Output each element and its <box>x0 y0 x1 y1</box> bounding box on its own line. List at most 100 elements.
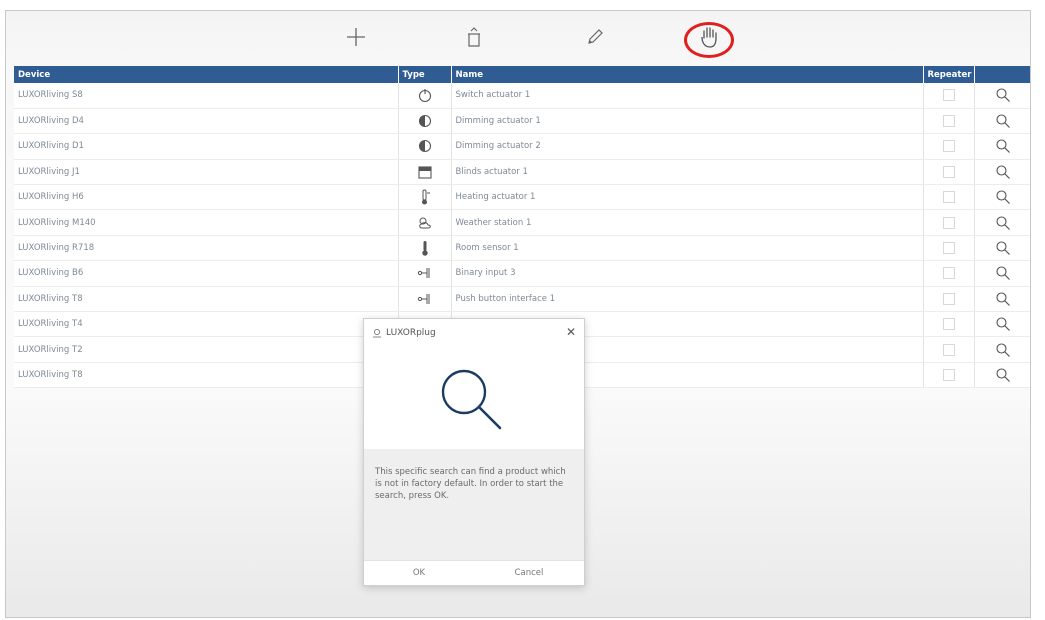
close-icon[interactable]: ✕ <box>566 325 576 339</box>
repeater-checkbox[interactable] <box>942 89 955 102</box>
edit-button[interactable] <box>575 17 615 57</box>
weather-station-icon <box>416 217 434 229</box>
repeater-cell <box>923 286 975 313</box>
device-cell[interactable]: LUXORliving H6 <box>14 184 399 211</box>
search-cell <box>974 133 1030 160</box>
type-cell <box>398 133 452 160</box>
device-cell[interactable]: LUXORliving T4 <box>14 311 399 338</box>
name-cell[interactable]: Push button interface 1 <box>451 286 924 313</box>
table-row[interactable]: LUXORliving R718 Room sensor 1 <box>14 235 1030 262</box>
search-icon[interactable] <box>995 114 1011 129</box>
device-cell[interactable]: LUXORliving B6 <box>14 260 399 287</box>
table-row[interactable]: LUXORliving J1 Blinds actuator 1 <box>14 159 1030 186</box>
search-icon[interactable] <box>995 292 1011 306</box>
name-cell[interactable]: Switch actuator 1 <box>451 83 924 109</box>
repeater-checkbox[interactable] <box>942 343 955 356</box>
search-cell <box>974 235 1030 262</box>
name-cell[interactable]: Blinds actuator 1 <box>451 159 924 186</box>
repeater-cell <box>923 159 975 186</box>
table-row[interactable]: LUXORliving H6 Heating actuator 1 <box>14 184 1030 211</box>
repeater-cell <box>923 311 975 338</box>
search-icon[interactable] <box>995 165 1011 179</box>
blinds-actuator-icon <box>417 166 433 179</box>
repeater-checkbox[interactable] <box>942 292 955 305</box>
dialog-footer: OK Cancel <box>364 560 584 585</box>
push-button-icon <box>416 293 434 304</box>
name-cell[interactable]: Dimming actuator 2 <box>451 133 924 160</box>
add-button[interactable] <box>336 17 376 57</box>
dimming-actuator-icon <box>417 140 433 153</box>
search-icon[interactable] <box>995 190 1011 205</box>
search-icon[interactable] <box>995 317 1011 332</box>
table-row[interactable]: LUXORliving B6 Binary input 3 <box>14 260 1030 287</box>
repeater-cell <box>923 184 975 211</box>
binary-input-icon <box>416 268 434 279</box>
header-device[interactable]: Device <box>14 66 399 83</box>
header-type[interactable]: Type <box>398 66 452 83</box>
search-cell <box>974 184 1030 211</box>
ok-button[interactable]: OK <box>364 561 474 585</box>
device-cell[interactable]: LUXORliving T2 <box>14 336 399 363</box>
table-row[interactable]: LUXORliving T8 Push button interface 1 <box>14 286 1030 313</box>
name-cell[interactable]: Heating actuator 1 <box>451 184 924 211</box>
type-cell <box>398 209 452 236</box>
repeater-cell <box>923 209 975 236</box>
toolbar <box>6 11 1030 64</box>
repeater-checkbox[interactable] <box>942 267 955 280</box>
repeater-checkbox[interactable] <box>942 191 955 204</box>
search-cell <box>974 311 1030 338</box>
device-cell[interactable]: LUXORliving J1 <box>14 159 399 186</box>
plus-icon <box>347 28 365 46</box>
repeater-checkbox[interactable] <box>942 368 955 381</box>
search-icon[interactable] <box>995 88 1011 103</box>
search-cell <box>974 260 1030 287</box>
search-cell <box>974 159 1030 186</box>
name-cell[interactable]: Binary input 3 <box>451 260 924 287</box>
search-icon[interactable] <box>995 266 1011 281</box>
name-cell[interactable]: Weather station 1 <box>451 209 924 236</box>
repeater-checkbox[interactable] <box>942 318 955 331</box>
device-cell[interactable]: LUXORliving M140 <box>14 209 399 236</box>
heating-actuator-icon <box>417 189 433 205</box>
device-cell[interactable]: LUXORliving S8 <box>14 83 399 109</box>
search-cell <box>974 336 1030 363</box>
device-cell[interactable]: LUXORliving T8 <box>14 362 399 389</box>
repeater-checkbox[interactable] <box>942 115 955 128</box>
repeater-checkbox[interactable] <box>942 216 955 229</box>
type-cell <box>398 286 452 313</box>
type-cell <box>398 83 452 109</box>
device-cell[interactable]: LUXORliving T8 <box>14 286 399 313</box>
delete-button[interactable] <box>454 17 494 57</box>
cancel-button[interactable]: Cancel <box>474 561 584 585</box>
type-cell <box>398 159 452 186</box>
device-cell[interactable]: LUXORliving R718 <box>14 235 399 262</box>
dialog-icon-area <box>364 359 584 444</box>
search-icon[interactable] <box>995 241 1011 255</box>
type-cell <box>398 108 452 135</box>
header-name[interactable]: Name <box>451 66 924 83</box>
table-row[interactable]: LUXORliving D4 Dimming actuator 1 <box>14 108 1030 135</box>
search-icon[interactable] <box>995 216 1011 230</box>
search-icon[interactable] <box>995 368 1011 382</box>
device-cell[interactable]: LUXORliving D1 <box>14 133 399 160</box>
app-window: Device Type Name Repeater LUXORliving S8… <box>5 10 1031 618</box>
name-cell[interactable]: Dimming actuator 1 <box>451 108 924 135</box>
table-row[interactable]: LUXORliving M140 Weather station 1 <box>14 209 1030 236</box>
header-repeater[interactable]: Repeater <box>923 66 975 83</box>
name-cell[interactable]: Room sensor 1 <box>451 235 924 262</box>
repeater-cell <box>923 362 975 389</box>
device-cell[interactable]: LUXORliving D4 <box>14 108 399 135</box>
search-cell <box>974 83 1030 109</box>
search-cell <box>974 108 1030 135</box>
search-cell <box>974 286 1030 313</box>
repeater-checkbox[interactable] <box>942 140 955 153</box>
repeater-cell <box>923 260 975 287</box>
search-icon[interactable] <box>995 139 1011 154</box>
search-icon[interactable] <box>995 343 1011 357</box>
table-row[interactable]: LUXORliving D1 Dimming actuator 2 <box>14 133 1030 160</box>
repeater-checkbox[interactable] <box>942 165 955 178</box>
table-row[interactable]: LUXORliving S8 Switch actuator 1 <box>14 83 1030 109</box>
search-cell <box>974 362 1030 389</box>
app-logo-icon <box>373 328 381 338</box>
repeater-checkbox[interactable] <box>942 242 955 255</box>
